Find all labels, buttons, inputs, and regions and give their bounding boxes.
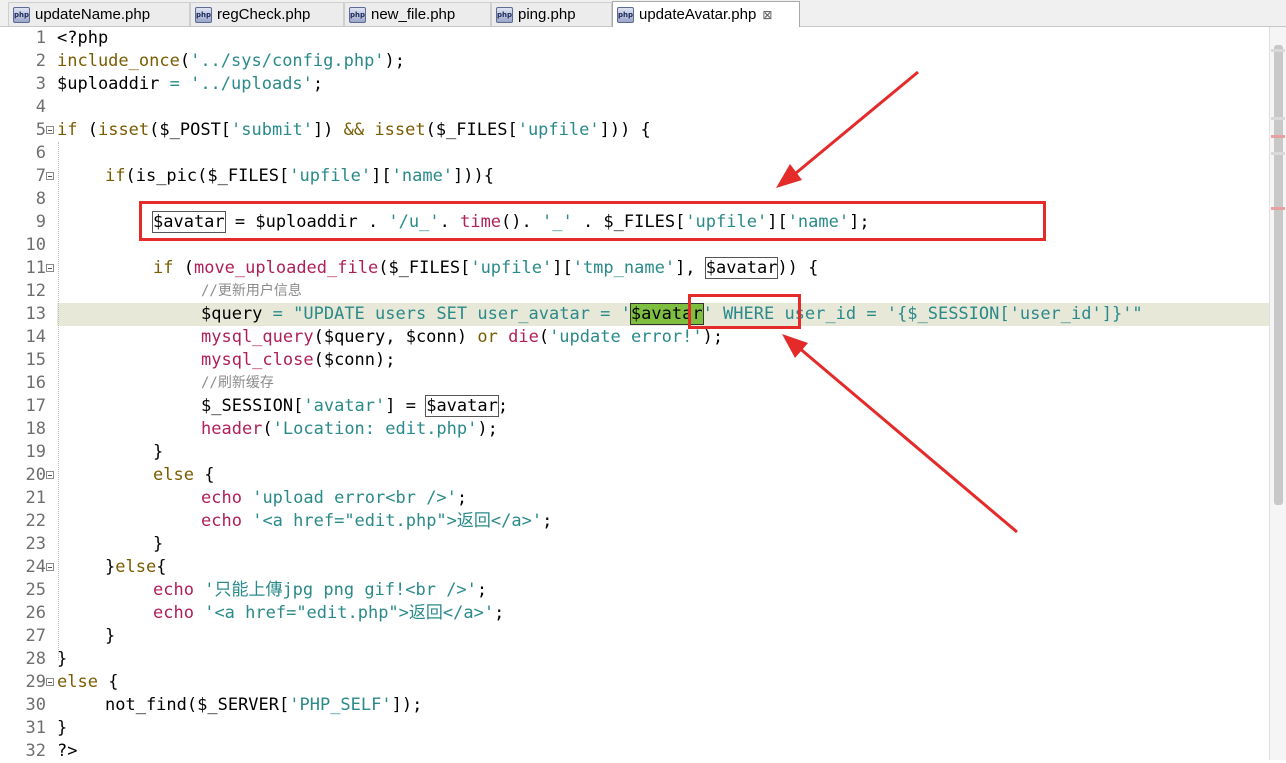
overview-mark [1271,135,1285,138]
annotation-arrows [776,70,1018,534]
annotation-arrow-line-lower [797,345,1018,534]
overview-mark [1271,49,1285,52]
overview-mark [1271,207,1285,210]
annotation-arrow-line-upper [789,70,919,180]
scrollbar-thumb[interactable] [1274,45,1283,505]
vertical-scrollbar[interactable] [1269,27,1286,760]
annotation-arrow-head-upper [776,164,802,188]
annotation-arrow-head-lower [782,334,808,358]
overview-mark [1271,152,1285,155]
overview-mark [1271,117,1285,120]
